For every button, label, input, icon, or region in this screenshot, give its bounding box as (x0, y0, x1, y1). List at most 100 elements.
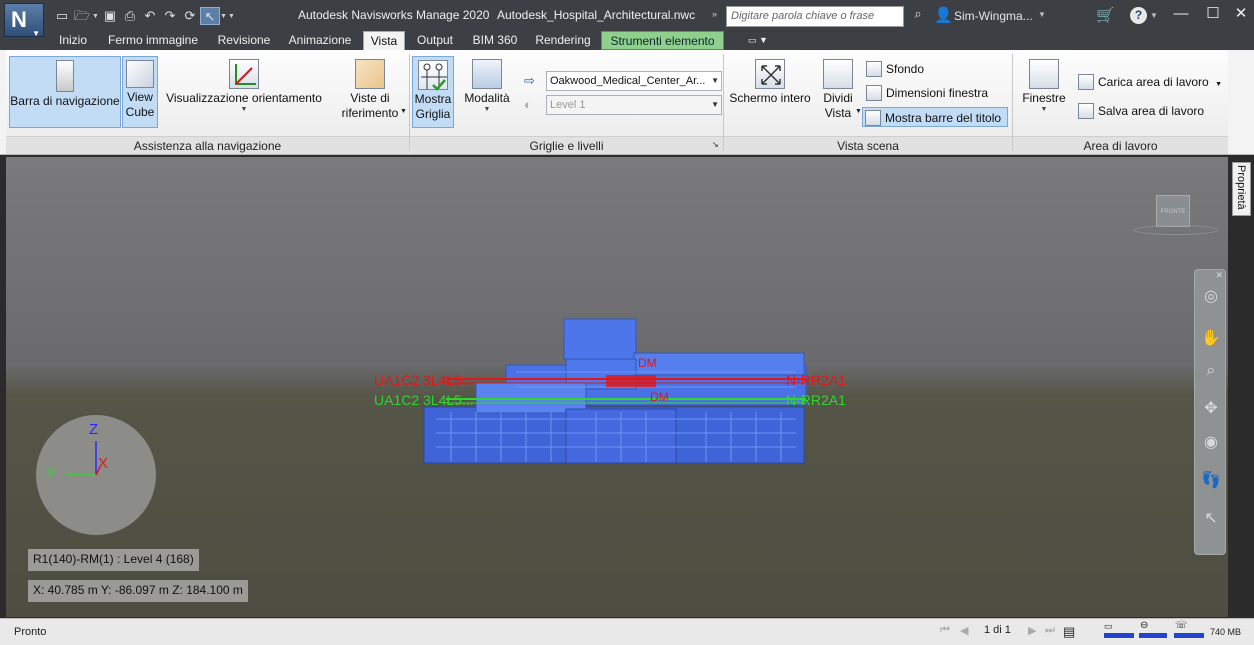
tab-animazione[interactable]: Animazione (282, 31, 358, 50)
ribbon-minimize-icon[interactable]: ▭ ▼ (744, 31, 772, 50)
chevron-right-icon[interactable]: » (712, 9, 717, 19)
chevron-down-icon: ▼ (1215, 81, 1222, 88)
axis-x-label: X (98, 455, 109, 472)
user-icon[interactable]: 👤 (934, 6, 953, 24)
load-workspace-icon (1078, 74, 1094, 90)
windows-icon (1029, 59, 1059, 89)
tab-bim360[interactable]: BIM 360 (466, 31, 524, 50)
ribbon: Barra di navigazione View Cube Visualizz… (0, 50, 1254, 155)
reference-views-button[interactable]: Viste di riferimento (336, 56, 404, 128)
title-bar: N ▼ ▭ 🗁 ▼ ▣ ⎙ ↶ ↷ ⟳ ↖ ▼ ▼ Autodesk Navisw… (0, 0, 1254, 38)
panel-launcher-icon[interactable]: ↘ (712, 140, 719, 149)
show-titlebars-button[interactable]: Mostra barre del titolo (862, 107, 1008, 127)
chevron-down-icon[interactable]: ▼ (1038, 10, 1046, 19)
show-grid-button[interactable]: Mostra Griglia (412, 56, 454, 128)
memory-icon: ☏ (1175, 620, 1188, 631)
zoom-window-icon[interactable]: ⌕ (1200, 360, 1222, 382)
application-menu-button[interactable]: N ▼ (4, 3, 44, 38)
building-model (423, 318, 807, 464)
panel-title-grids-levels: Griglie e livelli (410, 136, 723, 154)
first-page-icon[interactable]: ⏮ (940, 624, 950, 637)
next-page-icon[interactable]: ▶ (1028, 624, 1036, 637)
search-input[interactable]: Digitare parola chiave o frase (726, 6, 904, 27)
viewcube-button[interactable]: View Cube (122, 56, 158, 128)
navigation-bar-icon (56, 60, 74, 92)
minimize-button[interactable]: — (1168, 3, 1194, 27)
chevron-down-icon[interactable]: ▼ (855, 108, 862, 115)
model-link-icon: ⇨ (524, 73, 535, 88)
tab-output[interactable]: Output (410, 31, 460, 50)
walk-icon[interactable]: 👣 (1200, 470, 1222, 492)
last-page-icon[interactable]: ⏭ (1045, 624, 1055, 637)
grid-label-dm-top: DM (638, 356, 657, 370)
look-around-icon[interactable]: ◉ (1200, 432, 1222, 454)
map-icon (355, 59, 385, 89)
coordinates-readout: X: 40.785 m Y: -86.097 m Z: 184.100 m (28, 580, 248, 602)
panel-title-scene-view: Vista scena (724, 136, 1012, 154)
tab-revisione[interactable]: Revisione (212, 31, 276, 50)
user-name[interactable]: Sim-Wingma... (954, 9, 1033, 23)
open-folder-icon[interactable]: 🗁 (72, 7, 92, 25)
navigation-bar-button[interactable]: Barra di navigazione (9, 56, 121, 128)
grid-label-left-red: UA1C2 3L4L5... (374, 372, 474, 388)
refresh-icon[interactable]: ⟳ (180, 7, 200, 25)
axes-graph-icon (235, 64, 256, 85)
split-view-button[interactable]: Dividi Vista (818, 56, 858, 128)
axis-z-label: Z (89, 421, 99, 438)
windows-button[interactable]: Finestre ▼ (1016, 56, 1072, 128)
model-select[interactable]: Oakwood_Medical_Center_Ar... ▼ (546, 71, 722, 91)
3d-viewport[interactable]: UA1C2 3L4L5... UA1C2 3L4L5... N-RR2A1 N-… (6, 157, 1228, 617)
print-icon[interactable]: ⎙ (120, 7, 140, 25)
chevron-down-icon[interactable]: ▼ (220, 13, 228, 20)
steering-wheel-icon[interactable]: ◎ (1200, 286, 1222, 308)
location-readout: R1(140)-RM(1) : Level 4 (168) (28, 549, 199, 571)
level-select[interactable]: Level 1 ▼ (546, 95, 722, 115)
orientation-view-button[interactable]: Visualizzazione orientamento ▼ (164, 56, 324, 128)
tab-fermo-immagine[interactable]: Fermo immagine (100, 31, 206, 50)
binoculars-icon[interactable]: ⌕ (907, 6, 929, 26)
chevron-down-icon[interactable]: ▼ (1150, 11, 1158, 20)
select-cursor-icon[interactable]: ↖ (200, 7, 220, 25)
properties-side-tab[interactable]: Proprietà (1232, 162, 1251, 216)
pan-hand-icon[interactable]: ✋ (1200, 328, 1222, 350)
mode-button[interactable]: Modalità ▼ (460, 56, 514, 128)
background-icon (866, 61, 882, 77)
new-file-icon[interactable]: ▭ (52, 7, 72, 25)
chevron-down-icon: ▼ (711, 76, 719, 85)
tab-vista[interactable]: Vista (363, 31, 405, 50)
fullscreen-button[interactable]: Schermo intero (726, 56, 814, 128)
disk-icon: ⊖ (1140, 620, 1149, 631)
save-workspace-button[interactable]: Salva area di lavoro (1076, 101, 1216, 121)
maximize-button[interactable]: ☐ (1200, 3, 1226, 27)
tab-strumenti-elemento[interactable]: Strumenti elemento (601, 31, 724, 50)
cart-icon[interactable]: 🛒 (1096, 6, 1115, 24)
close-icon[interactable]: ✕ (1215, 270, 1223, 281)
tab-inizio[interactable]: Inizio (52, 31, 94, 50)
status-text: Pronto (14, 626, 47, 638)
viewcube-compass-ring[interactable] (1134, 225, 1218, 235)
axis-indicator: Z Y X (36, 415, 156, 535)
grid-label-right-red: N-RR2A1 (786, 372, 846, 388)
orbit-icon[interactable]: ✥ (1200, 398, 1222, 420)
prev-page-icon[interactable]: ◀ (960, 624, 968, 637)
tab-rendering[interactable]: Rendering (530, 31, 596, 50)
close-button[interactable]: ✕ (1228, 3, 1254, 27)
undo-icon[interactable]: ↶ (140, 7, 160, 25)
chevron-down-icon: ▼ (240, 106, 248, 113)
window-size-button[interactable]: Dimensioni finestra (864, 83, 1004, 103)
grid-label-dm-bottom: DM (650, 390, 669, 404)
navigation-bar: ✕ ◎ ✋ ⌕ ✥ ◉ 👣 ↖ (1194, 269, 1226, 555)
select-icon[interactable]: ↖ (1200, 508, 1222, 530)
qat-customize-icon[interactable]: ▼ (228, 13, 236, 20)
viewcube[interactable]: FRONTE (1156, 195, 1190, 227)
load-workspace-button[interactable]: Carica area di lavoro ▼ (1076, 72, 1226, 92)
background-button[interactable]: Sfondo (864, 59, 1004, 79)
chevron-down-icon[interactable]: ▼ (400, 108, 407, 115)
help-icon[interactable]: ? (1130, 7, 1147, 24)
save-icon[interactable]: ▣ (100, 7, 120, 25)
split-view-icon (823, 59, 853, 89)
redo-icon[interactable]: ↷ (160, 7, 180, 25)
chevron-down-icon[interactable]: ▼ (92, 13, 100, 20)
panel-title-workspace: Area di lavoro (1013, 136, 1228, 154)
sheet-browser-icon[interactable]: ▤ (1063, 624, 1075, 640)
